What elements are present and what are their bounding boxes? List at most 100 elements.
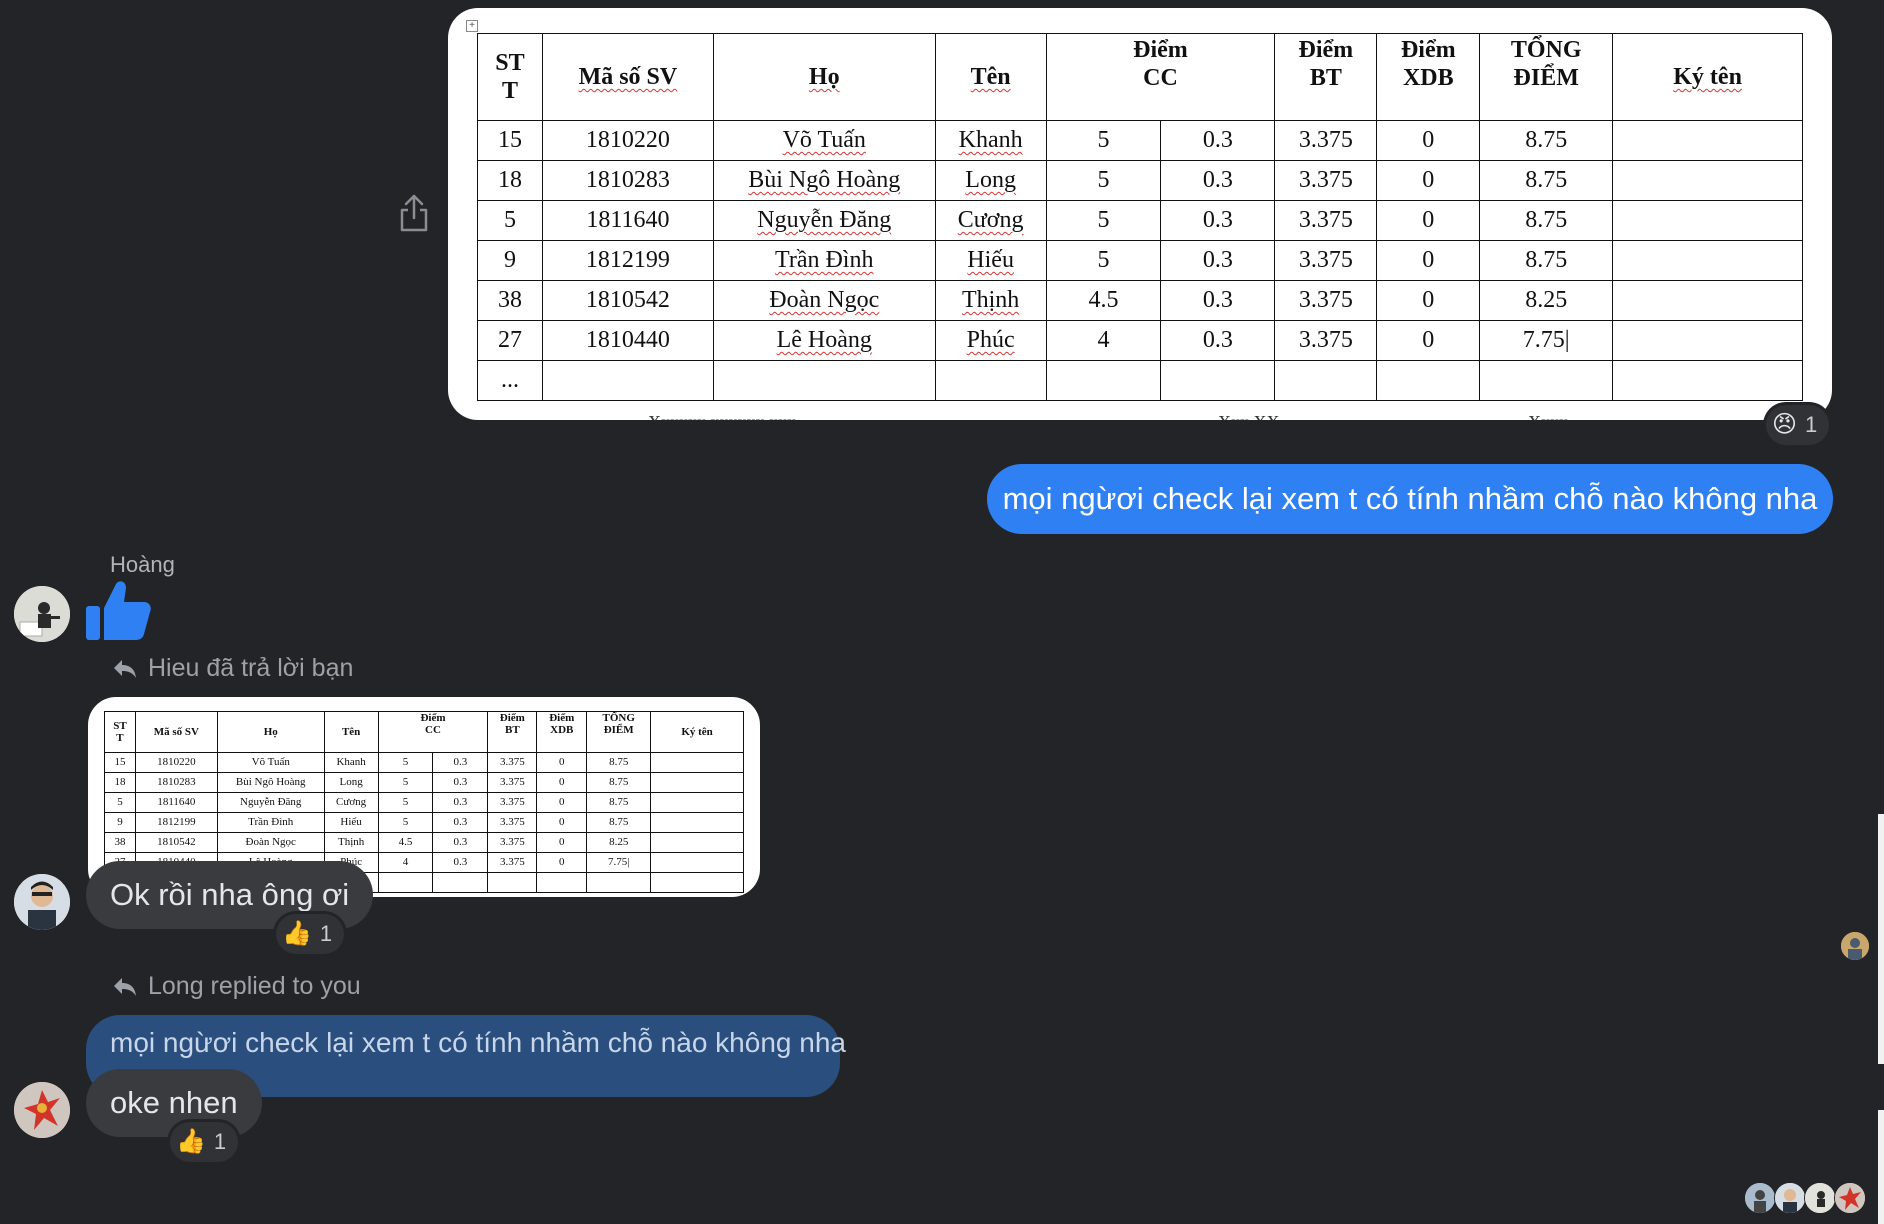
table-cell [650,832,744,853]
header-diem-bt: Điểm BT [1274,33,1378,121]
table-cell: Bùi Ngô Hoàng [712,160,936,201]
reaction-count: 1 [213,1129,227,1154]
table-cell: Nguyễn Đăng [216,792,325,813]
table-cell: 0 [1376,160,1481,201]
avatar-long[interactable] [14,1082,70,1138]
table-move-handle-icon: + [466,20,478,32]
table-row: 38 1810542 Đoàn Ngọc Thịnh 4.5 0.3 3.375 0 8.25 [477,280,1803,321]
angry-reaction-pill[interactable]: 😠 1 [1766,405,1830,445]
table-cell: 1810542 [541,280,714,321]
table-cell [1479,360,1614,401]
table-cell: 15 [477,120,543,161]
table-cell: 38 [477,280,543,321]
table-cell: 0.3 [432,812,489,833]
table-cell: Đoàn Ngọc [216,832,325,853]
reply-note: Hieu đã trả lời bạn [148,654,354,682]
table-cell: 5 [377,812,434,833]
table-cell: 0.3 [1160,320,1276,361]
table-cell: 0 [1376,240,1481,281]
table-cell: Cương [323,792,379,813]
table-cell [1612,200,1803,241]
long-message-bubble[interactable]: oke nhen [86,1069,262,1137]
table-cell: 5 [1045,160,1162,201]
reply-note: Long replied to you [148,972,361,1000]
table-cell: 3.375 [487,772,538,793]
table-cell: 5 [377,752,434,773]
table-cell: 3.375 [487,792,538,813]
table-cell: 3.375 [487,852,538,873]
table-cell: 5 [1045,240,1162,281]
reply-arrow-icon [114,977,136,996]
table-cell: 0 [536,812,588,833]
like-reaction-pill[interactable]: 👍 1 [170,1122,239,1162]
avatar-hoang[interactable] [14,586,70,642]
reply-indicator-long: Long replied to you [112,972,361,1001]
seen-avatar[interactable] [1774,1182,1806,1214]
table-cell: 4.5 [377,832,434,853]
table-row: 18 1810283 Bùi Ngô Hoàng Long 5 0.3 3.375 0 8.75 [477,160,1803,201]
table-cell: 3.375 [487,752,538,773]
table-cell [650,852,744,873]
scrollbar-edge [1878,814,1884,1064]
table-image-message[interactable]: + ST T Mã số SV Họ Tên Điểm CC Điểm BT Đ… [448,8,1832,420]
table-cell: Khanh [323,752,379,773]
table-cell [712,360,936,401]
table-cell [934,360,1047,401]
table-cell: 3.375 [1274,280,1378,321]
header-diem-cc: Điểm CC [1045,33,1276,121]
avatar-hieu[interactable] [14,874,70,930]
table-cell: Long [934,160,1047,201]
share-icon[interactable] [398,194,430,232]
table-cell [1612,320,1803,361]
table-cell [650,872,744,893]
header-mssv: Mã số SV [541,33,714,121]
table-cell: 18 [477,160,543,201]
table-cell: 0.3 [1160,160,1276,201]
table-cell: 3.375 [487,812,538,833]
table-cell [1612,160,1803,201]
text-cursor: | [627,856,630,868]
header-diem-bt: Điểm BT [487,711,538,753]
header-diem-cc: Điểm CC [377,711,489,753]
text-cursor: | [1564,327,1570,353]
table-row: 38 1810542 Đoàn Ngọc Thịnh 4.5 0.3 3.375 0 8.25 [104,832,744,853]
table-cell: 18 [104,772,136,793]
seen-avatar[interactable] [1834,1182,1866,1214]
table-cell [1612,120,1803,161]
table-cell: 0 [536,852,588,873]
thumbs-up-icon[interactable] [84,578,152,642]
reaction-count: 1 [1805,412,1818,437]
table-cell: 1810283 [541,160,714,201]
table-cell: 8.75 [586,772,652,793]
table-cell: Võ Tuấn [712,120,936,161]
table-cell: Hiếu [323,812,379,833]
my-message-bubble[interactable]: mọi ngừơi check lại xem t có tính nhầm c… [987,464,1833,534]
like-reaction-pill[interactable]: 👍 1 [276,914,345,954]
table-cell [1612,240,1803,281]
grade-table: ST T Mã số SV Họ Tên Điểm CC Điểm BT Điể… [477,33,1803,401]
table-cell [1376,360,1481,401]
table-cell [541,360,714,401]
seen-avatar[interactable] [1840,931,1870,961]
table-cell: 0 [1376,280,1481,321]
seen-avatar[interactable] [1804,1182,1836,1214]
seen-avatar[interactable] [1744,1182,1776,1214]
table-cell: ... [477,360,543,401]
header-ho: Họ [712,33,936,121]
table-cell: 8.75 [1479,240,1614,281]
table-cell: 7.75| [586,852,652,873]
table-row: 9 1812199 Trần Đình Hiếu 5 0.3 3.375 0 8.75 [104,812,744,833]
table-cell: 0 [1376,320,1481,361]
table-cell: 7.75| [1479,320,1614,361]
table-cell: 0.3 [1160,240,1276,281]
thumbs-up-emoji-icon: 👍 [176,1128,206,1155]
table-cell: 0 [1376,120,1481,161]
header-ten: Tên [323,711,379,753]
table-cell: 1812199 [541,240,714,281]
table-row: 18 1810283 Bùi Ngô Hoàng Long 5 0.3 3.375 0 8.75 [104,772,744,793]
table-cell: 1810283 [134,772,218,793]
table-cell: 8.75 [1479,160,1614,201]
table-cell: 5 [377,792,434,813]
table-cell: Trần Đình [216,812,325,833]
table-cell: 9 [104,812,136,833]
